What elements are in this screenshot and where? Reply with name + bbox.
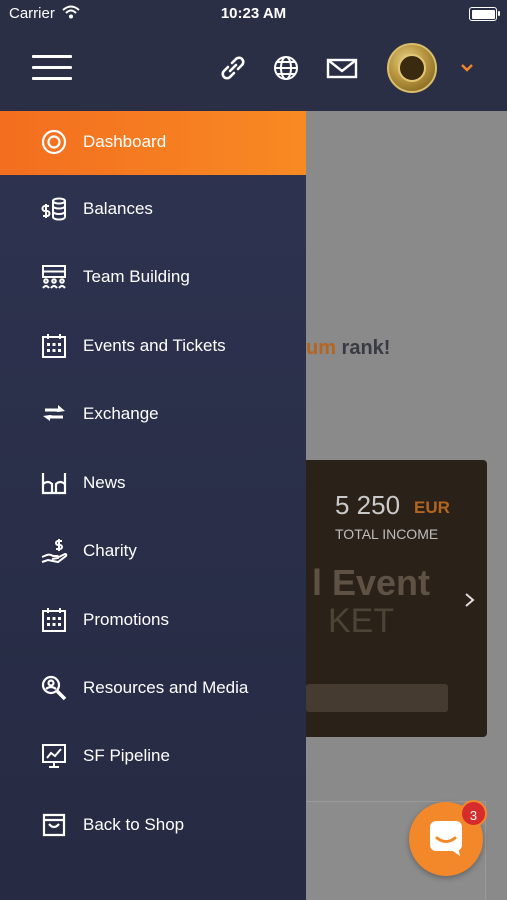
event-subtitle-text: KET bbox=[328, 602, 395, 640]
shop-icon bbox=[40, 811, 68, 839]
menu-item-resources-and-media[interactable]: Resources and Media bbox=[0, 657, 306, 721]
battery-icon bbox=[469, 7, 500, 21]
menu-button[interactable] bbox=[32, 55, 72, 81]
dashboard-content: um rank! l Event KET 5 250 EUR TOTAL INC… bbox=[306, 111, 507, 900]
menu-item-label: Resources and Media bbox=[83, 678, 249, 697]
rank-text: um rank! bbox=[306, 337, 390, 360]
calendar-icon bbox=[40, 332, 68, 360]
menu-item-label: Back to Shop bbox=[83, 815, 185, 834]
menu-item-back-to-shop[interactable]: Back to Shop bbox=[0, 794, 306, 858]
top-bar: Carrier 10:23 AM bbox=[0, 0, 507, 111]
resources-icon bbox=[40, 674, 68, 702]
rank-suffix: rank! bbox=[336, 337, 391, 359]
balances-icon bbox=[40, 195, 68, 223]
side-drawer: Dashboard Balances Team Building Events … bbox=[0, 111, 306, 900]
event-title-text: l Event bbox=[312, 562, 431, 603]
team-icon bbox=[40, 263, 68, 291]
menu-item-dashboard[interactable]: Dashboard bbox=[0, 111, 306, 175]
menu-item-exchange[interactable]: Exchange bbox=[0, 383, 306, 447]
user-avatar[interactable] bbox=[387, 43, 437, 93]
dashboard-icon bbox=[40, 128, 68, 156]
menu-item-label: SF Pipeline bbox=[83, 746, 170, 765]
menu-item-label: Balances bbox=[83, 199, 153, 218]
exchange-icon bbox=[40, 400, 68, 428]
chat-icon bbox=[430, 821, 462, 856]
mail-icon[interactable] bbox=[326, 53, 358, 83]
status-time: 10:23 AM bbox=[220, 5, 287, 22]
menu-item-events-and-tickets[interactable]: Events and Tickets bbox=[0, 315, 306, 379]
income-amount: 5 250 bbox=[335, 490, 401, 520]
chevron-down-icon[interactable] bbox=[459, 60, 475, 76]
news-icon bbox=[40, 469, 68, 497]
charity-icon bbox=[40, 537, 68, 565]
status-bar: Carrier 10:23 AM bbox=[0, 0, 507, 28]
menu-item-label: Exchange bbox=[83, 404, 159, 423]
menu-item-sf-pipeline[interactable]: SF Pipeline bbox=[0, 725, 306, 789]
income-currency: EUR bbox=[414, 498, 450, 517]
menu-item-label: Events and Tickets bbox=[83, 336, 226, 355]
menu-item-label: News bbox=[83, 473, 126, 492]
promotions-icon bbox=[40, 606, 68, 634]
menu-item-label: Charity bbox=[83, 541, 137, 560]
menu-item-label: Team Building bbox=[83, 267, 190, 286]
income-label: TOTAL INCOME bbox=[335, 526, 439, 542]
chevron-right-icon[interactable] bbox=[464, 592, 476, 608]
menu-item-label: Promotions bbox=[83, 610, 169, 629]
notification-badge: 3 bbox=[460, 800, 487, 827]
menu-item-label: Dashboard bbox=[83, 132, 167, 151]
globe-icon[interactable] bbox=[271, 53, 301, 83]
rank-highlight: um bbox=[306, 337, 336, 359]
link-icon[interactable] bbox=[218, 53, 248, 83]
event-progress-bar bbox=[306, 684, 448, 712]
event-card[interactable]: l Event KET 5 250 EUR TOTAL INCOME bbox=[306, 460, 487, 737]
pipeline-icon bbox=[40, 742, 68, 770]
menu-item-charity[interactable]: Charity bbox=[0, 520, 306, 584]
menu-item-news[interactable]: News bbox=[0, 452, 306, 516]
menu-item-balances[interactable]: Balances bbox=[0, 178, 306, 242]
menu-item-team-building[interactable]: Team Building bbox=[0, 246, 306, 310]
menu-item-promotions[interactable]: Promotions bbox=[0, 589, 306, 653]
